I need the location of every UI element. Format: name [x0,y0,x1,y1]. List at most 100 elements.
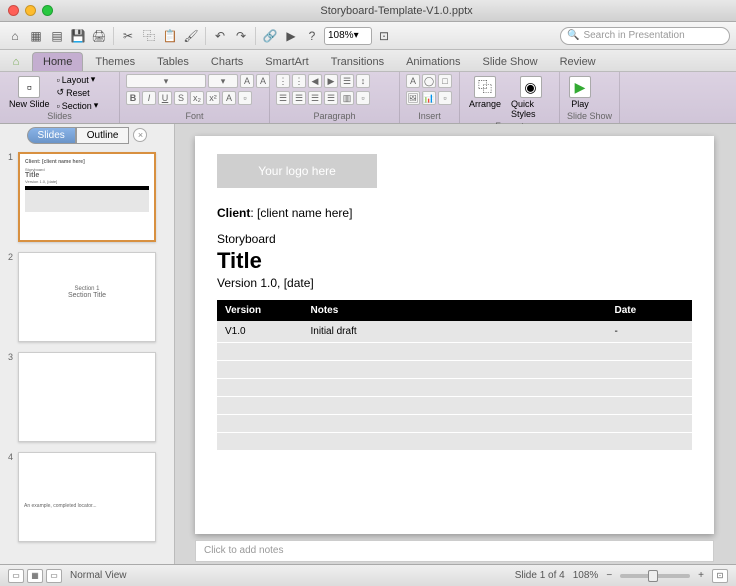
normal-view-icon[interactable]: ▭ [8,569,24,583]
table-cell[interactable] [607,397,693,415]
chart-icon[interactable]: 📊 [422,91,436,105]
tab-home[interactable]: Home [32,52,83,71]
arrange-button[interactable]: ⿻ Arrange [466,74,504,111]
highlight-icon[interactable]: ▫ [238,91,252,105]
picture-icon[interactable]: 🖼 [406,91,420,105]
table-cell[interactable] [607,361,693,379]
slide-thumbnail-4[interactable]: An example, completed locator... [18,452,156,542]
media-icon[interactable]: ▶ [282,27,300,45]
tab-transitions[interactable]: Transitions [321,53,394,71]
shrink-font-icon[interactable]: A [256,74,270,88]
save-icon[interactable]: 💾 [69,27,87,45]
tab-review[interactable]: Review [550,53,606,71]
minimize-icon[interactable] [25,5,36,16]
slide-content[interactable]: Your logo here Client: [client name here… [195,136,714,534]
new-slide-button[interactable]: ▫ New Slide [6,74,53,111]
fit-icon[interactable]: ⊡ [712,569,728,583]
tab-themes[interactable]: Themes [85,53,145,71]
tab-slideshow[interactable]: Slide Show [473,53,548,71]
tab-tables[interactable]: Tables [147,53,199,71]
zoom-in-icon[interactable]: + [698,570,704,581]
columns-icon[interactable]: ▥ [340,91,354,105]
justify-icon[interactable]: ☰ [324,91,338,105]
align-center-icon[interactable]: ☰ [292,91,306,105]
view-icon[interactable]: ▤ [48,27,66,45]
table-cell[interactable] [217,379,303,397]
sorter-view-icon[interactable]: ▦ [27,569,43,583]
table-cell[interactable] [217,397,303,415]
copy-icon[interactable]: ⿻ [140,27,158,45]
slide-canvas[interactable]: Your logo here Client: [client name here… [175,124,736,564]
font-family-dropdown[interactable]: ▾ [126,74,206,88]
table-cell[interactable] [217,433,303,451]
table-cell[interactable] [217,361,303,379]
decrease-indent-icon[interactable]: ◀ [308,74,322,88]
maximize-icon[interactable] [42,5,53,16]
layout-button[interactable]: ▫ Layout ▾ [57,74,99,85]
close-panel-icon[interactable]: × [133,128,147,142]
reset-button[interactable]: ↺ Reset [57,87,99,98]
table-cell[interactable] [607,415,693,433]
zoom-slider[interactable] [620,574,690,578]
table-cell[interactable] [303,343,607,361]
outline-tab[interactable]: Outline [76,127,130,144]
tab-animations[interactable]: Animations [396,53,470,71]
version-table[interactable]: Version Notes Date V1.0Initial draft- [217,300,692,451]
format-painter-icon[interactable]: 🖌 [182,27,200,45]
undo-icon[interactable]: ↶ [211,27,229,45]
line-spacing-icon[interactable]: ☰ [340,74,354,88]
home-tab-icon[interactable]: ⌂ [6,53,26,71]
slides-tab[interactable]: Slides [27,127,76,144]
subscript-icon[interactable]: x₂ [190,91,204,105]
table-cell[interactable] [217,415,303,433]
redo-icon[interactable]: ↷ [232,27,250,45]
font-color-icon[interactable]: A [222,91,236,105]
tab-smartart[interactable]: SmartArt [255,53,318,71]
table-cell[interactable]: - [607,321,693,343]
underline-icon[interactable]: U [158,91,172,105]
table-cell[interactable] [303,361,607,379]
object-icon[interactable]: ▫ [438,91,452,105]
text-direction-icon[interactable]: ↕ [356,74,370,88]
close-icon[interactable] [8,5,19,16]
align-right-icon[interactable]: ☰ [308,91,322,105]
table-cell[interactable] [607,379,693,397]
table-cell[interactable] [607,343,693,361]
storyboard-label[interactable]: Storyboard [217,232,692,246]
fit-icon[interactable]: ⊡ [375,27,393,45]
search-input[interactable]: 🔍 Search in Presentation [560,27,730,45]
link-icon[interactable]: 🔗 [261,27,279,45]
home-icon[interactable]: ⌂ [6,27,24,45]
cut-icon[interactable]: ✂ [119,27,137,45]
section-button[interactable]: ▫ Section ▾ [57,100,99,111]
strike-icon[interactable]: S [174,91,188,105]
table-cell[interactable] [217,343,303,361]
slide-title[interactable]: Title [217,248,692,274]
presentation-icon[interactable]: ▦ [27,27,45,45]
table-cell[interactable] [303,379,607,397]
align-left-icon[interactable]: ☰ [276,91,290,105]
notes-placeholder[interactable]: Click to add notes [195,540,714,562]
zoom-dropdown[interactable]: 108% ▾ [324,27,372,45]
italic-icon[interactable]: I [142,91,156,105]
table-cell[interactable] [607,433,693,451]
tab-charts[interactable]: Charts [201,53,253,71]
table-cell[interactable] [303,415,607,433]
table-cell[interactable]: V1.0 [217,321,303,343]
table-cell[interactable] [303,433,607,451]
slide-thumbnail-2[interactable]: Section 1 Section Title [18,252,156,342]
logo-placeholder[interactable]: Your logo here [217,154,377,188]
increase-indent-icon[interactable]: ▶ [324,74,338,88]
quick-styles-button[interactable]: ◉ Quick Styles [508,74,553,121]
zoom-out-icon[interactable]: − [606,570,612,581]
numbering-icon[interactable]: ⋮ [292,74,306,88]
paste-icon[interactable]: 📋 [161,27,179,45]
table-cell[interactable] [303,397,607,415]
play-button[interactable]: ▶ Play [566,74,594,111]
client-line[interactable]: Client: [client name here] [217,206,692,220]
print-icon[interactable]: 🖨 [90,27,108,45]
grow-font-icon[interactable]: A [240,74,254,88]
slide-thumbnail-1[interactable]: Client: [client name here] Storyboard Ti… [18,152,156,242]
shape2-icon[interactable]: □ [438,74,452,88]
font-size-dropdown[interactable]: ▾ [208,74,238,88]
